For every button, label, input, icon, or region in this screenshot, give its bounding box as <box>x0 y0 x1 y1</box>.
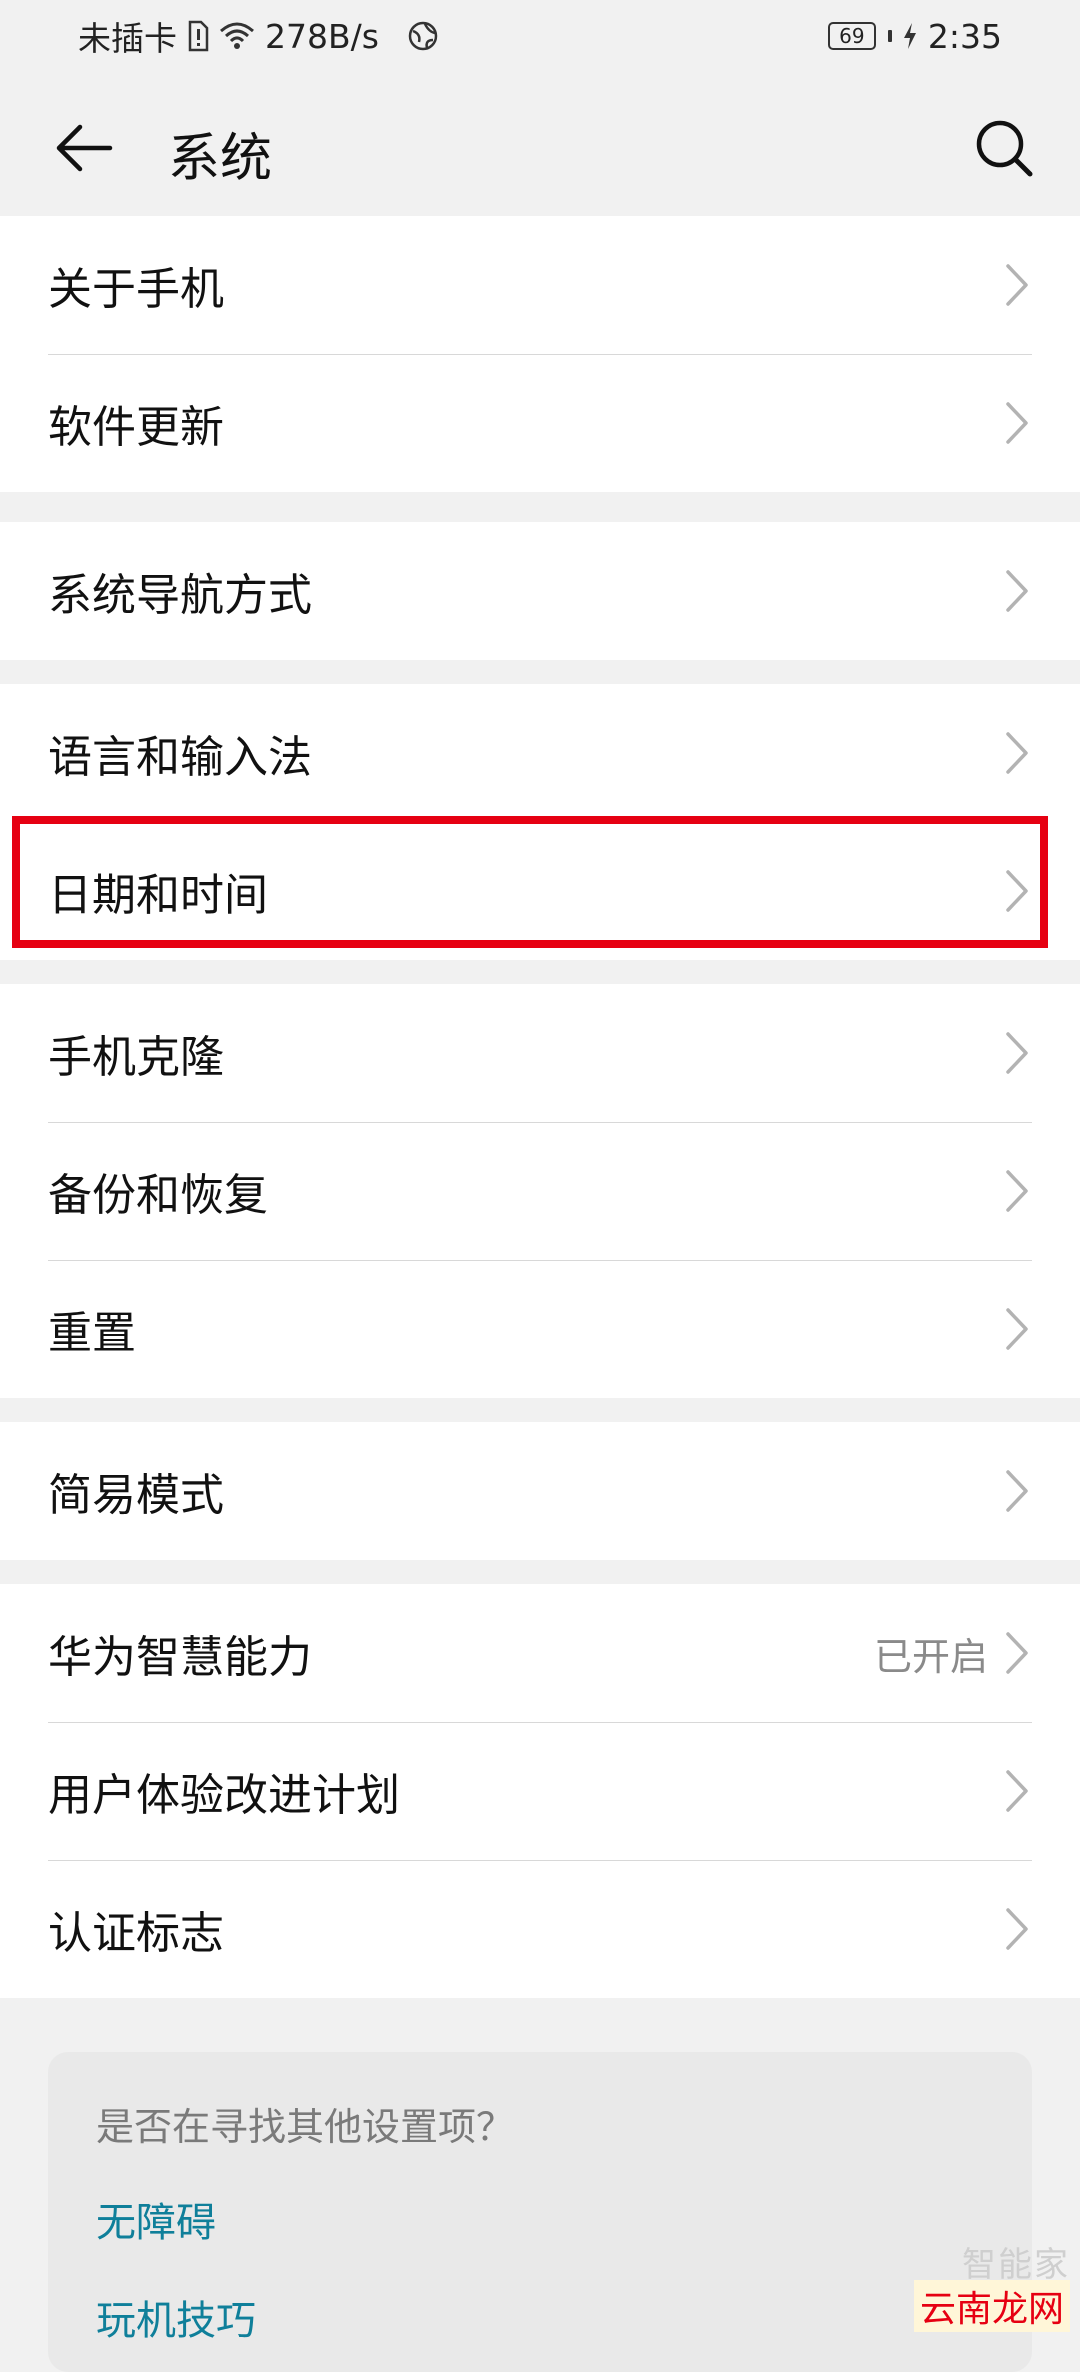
setting-phone-clone[interactable]: 手机克隆 <box>0 984 1080 1122</box>
wifi-icon <box>219 21 255 51</box>
chevron-right-icon <box>1002 1030 1032 1076</box>
settings-group-6: 华为智慧能力 已开启 用户体验改进计划 认证标志 <box>0 1584 1080 1998</box>
status-bar-right: 69 2:35 <box>827 16 1002 56</box>
page-title: 系统 <box>168 129 273 189</box>
setting-about-phone[interactable]: 关于手机 <box>0 216 1080 354</box>
chevron-right-icon <box>1002 730 1032 776</box>
chevron-right-icon <box>1002 1306 1032 1352</box>
setting-label: 重置 <box>48 1308 136 1359</box>
suggestions-title: 是否在寻找其他设置项？ <box>96 2105 515 2149</box>
link-tips[interactable]: 玩机技巧 <box>96 2288 256 2346</box>
watermark-line1: 智能家 <box>962 2245 1070 2285</box>
vpn-globe-icon <box>407 20 439 52</box>
clock: 2:35 <box>927 16 1002 56</box>
carrier-text: 未插卡 <box>78 19 177 58</box>
arrow-left-icon <box>56 124 113 172</box>
search-button[interactable] <box>964 108 1044 188</box>
setting-date-time[interactable]: 日期和时间 <box>0 822 1080 960</box>
setting-simple-mode[interactable]: 简易模式 <box>0 1422 1080 1560</box>
setting-label: 备份和恢复 <box>48 1170 268 1221</box>
settings-group-5: 简易模式 <box>0 1422 1080 1560</box>
setting-label: 关于手机 <box>48 264 224 315</box>
settings-group-2: 系统导航方式 <box>0 522 1080 660</box>
sim-alert-icon <box>187 20 209 52</box>
chevron-right-icon <box>1002 262 1032 308</box>
chevron-right-icon <box>1002 568 1032 614</box>
chevron-right-icon <box>1002 1768 1032 1814</box>
watermark: 智能家 云南龙网 <box>913 2237 1070 2332</box>
setting-huawei-ai[interactable]: 华为智慧能力 已开启 <box>0 1584 1080 1722</box>
link-accessibility[interactable]: 无障碍 <box>96 2190 216 2248</box>
search-icon <box>976 120 1033 177</box>
settings-group-4: 手机克隆 备份和恢复 重置 <box>0 984 1080 1398</box>
chevron-right-icon <box>1002 400 1032 446</box>
setting-value: 已开启 <box>873 1634 988 1679</box>
setting-software-update[interactable]: 软件更新 <box>0 354 1080 492</box>
chevron-right-icon <box>1002 1168 1032 1214</box>
watermark-line2: 云南龙网 <box>913 2280 1070 2332</box>
back-button[interactable] <box>44 112 124 184</box>
setting-label: 用户体验改进计划 <box>48 1770 400 1821</box>
app-header: 系统 <box>0 72 1080 216</box>
setting-system-navigation[interactable]: 系统导航方式 <box>0 522 1080 660</box>
setting-label: 软件更新 <box>48 402 224 453</box>
chevron-right-icon <box>1002 1468 1032 1514</box>
setting-backup-restore[interactable]: 备份和恢复 <box>0 1122 1080 1260</box>
setting-user-experience[interactable]: 用户体验改进计划 <box>0 1722 1080 1860</box>
status-bar-left: 未插卡 278B/s <box>78 12 439 60</box>
charging-icon <box>902 22 918 50</box>
settings-group-1: 关于手机 软件更新 <box>0 216 1080 492</box>
setting-label: 简易模式 <box>48 1470 224 1521</box>
setting-label: 语言和输入法 <box>48 732 312 783</box>
chevron-right-icon <box>1002 868 1032 914</box>
suggestions-card: 是否在寻找其他设置项？ 无障碍 玩机技巧 <box>48 2052 1032 2372</box>
setting-label: 华为智慧能力 <box>48 1632 312 1683</box>
network-speed: 278B/s <box>265 16 379 56</box>
setting-label: 手机克隆 <box>48 1032 224 1083</box>
status-bar: 未插卡 278B/s 69 2:35 <box>0 0 1080 72</box>
setting-certification[interactable]: 认证标志 <box>0 1860 1080 1998</box>
chevron-right-icon <box>1002 1906 1032 1952</box>
chevron-right-icon <box>1002 1630 1032 1676</box>
setting-label: 系统导航方式 <box>48 570 312 621</box>
battery-icon: 69 <box>827 22 876 50</box>
setting-reset[interactable]: 重置 <box>0 1260 1080 1398</box>
setting-label: 日期和时间 <box>48 870 268 921</box>
setting-label: 认证标志 <box>48 1908 224 1959</box>
battery-cap <box>887 30 892 42</box>
setting-language-input[interactable]: 语言和输入法 <box>0 684 1080 822</box>
settings-group-3: 语言和输入法 日期和时间 <box>0 684 1080 960</box>
